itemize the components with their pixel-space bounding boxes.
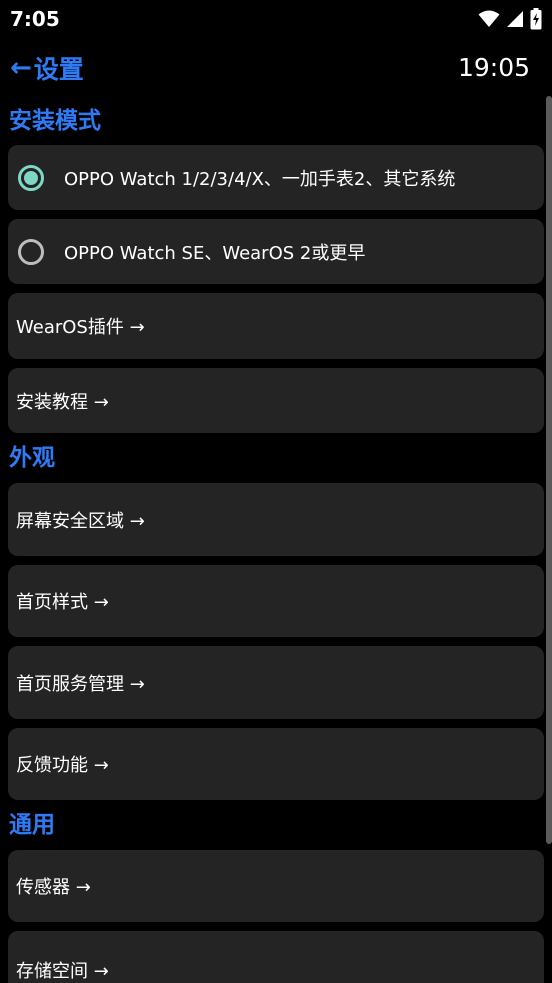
status-time: 7:05 — [10, 7, 60, 31]
menu-item-home-style[interactable]: 首页样式 → — [8, 565, 544, 637]
radio-option-label: OPPO Watch 1/2/3/4/X、一加手表2、其它系统 — [64, 168, 456, 190]
menu-item-feedback[interactable]: 反馈功能 → — [8, 728, 544, 800]
menu-item-label: 存储空间 → — [16, 961, 109, 982]
status-bar: 7:05 — [0, 0, 552, 38]
menu-item-label: 屏幕安全区域 → — [16, 510, 145, 532]
menu-item-label: 首页服务管理 → — [16, 673, 145, 695]
signal-icon — [506, 10, 524, 28]
battery-charging-icon — [530, 8, 542, 30]
menu-item-wearos-plugin[interactable]: WearOS插件 → — [8, 293, 544, 359]
radio-selected-icon[interactable] — [18, 164, 44, 191]
menu-item-label: 反馈功能 → — [16, 755, 109, 776]
menu-item-label: 传感器 → — [16, 877, 91, 898]
back-button[interactable]: ← 设置 — [10, 50, 84, 86]
scrollbar[interactable] — [546, 96, 552, 844]
back-arrow-icon: ← — [10, 53, 32, 83]
status-icons — [478, 7, 542, 31]
menu-item-label: 安装教程 → — [16, 391, 109, 413]
menu-item-label: 首页样式 → — [16, 592, 109, 613]
menu-item-label: WearOS插件 → — [16, 317, 145, 338]
menu-item-screen-safe-area[interactable]: 屏幕安全区域 → — [8, 483, 544, 556]
radio-option-legacy-watches[interactable]: OPPO Watch SE、WearOS 2或更早 — [8, 219, 544, 284]
app-header: ← 设置 19:05 — [0, 46, 552, 90]
menu-item-sensors[interactable]: 传感器 → — [8, 850, 544, 922]
menu-item-install-tutorial[interactable]: 安装教程 → — [8, 368, 544, 433]
menu-item-storage[interactable]: 存储空间 → — [8, 931, 544, 983]
radio-option-label: OPPO Watch SE、WearOS 2或更早 — [64, 242, 366, 264]
radio-unselected-icon[interactable] — [18, 238, 44, 265]
menu-item-home-service-management[interactable]: 首页服务管理 → — [8, 646, 544, 719]
radio-option-new-watches[interactable]: OPPO Watch 1/2/3/4/X、一加手表2、其它系统 — [8, 145, 544, 210]
wifi-icon — [478, 10, 500, 28]
page-title: 设置 — [33, 55, 84, 84]
section-title-install-mode: 安装模式 — [9, 108, 101, 134]
section-title-general: 通用 — [9, 812, 55, 838]
section-title-appearance: 外观 — [9, 445, 55, 471]
header-clock: 19:05 — [457, 53, 530, 82]
